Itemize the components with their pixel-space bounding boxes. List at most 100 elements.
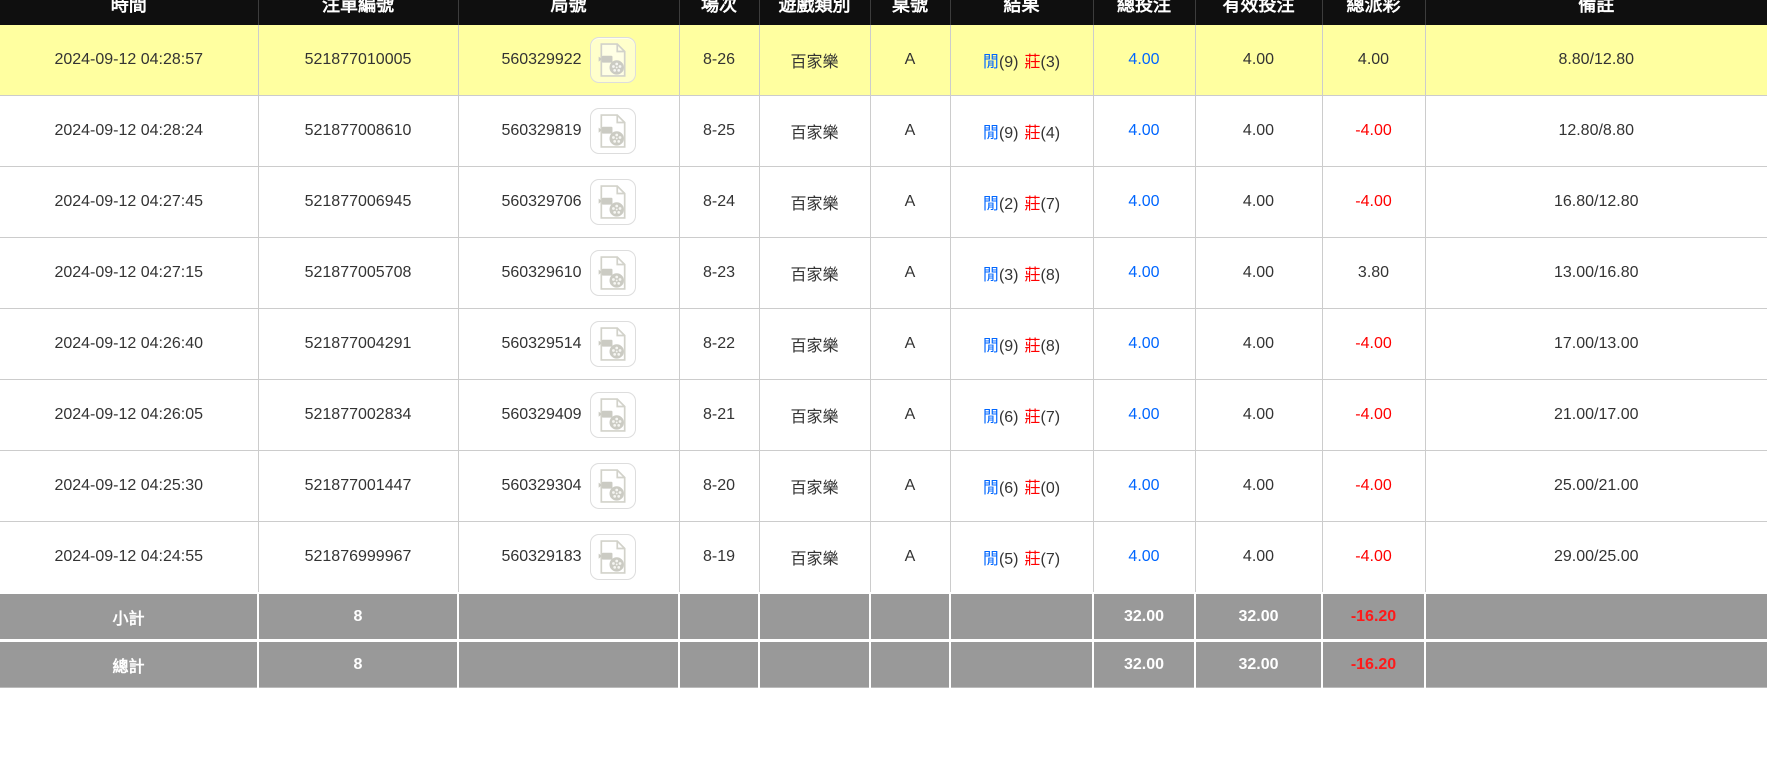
subtotal-empty-result (950, 593, 1093, 641)
cell-result: 閒(5)莊(7) (950, 522, 1093, 594)
cell-total-bet[interactable]: 4.00 (1093, 380, 1195, 451)
cell-table-no: A (870, 238, 950, 309)
subtotal-payout: -16.20 (1322, 593, 1425, 641)
subtotal-row: 小計 8 32.00 32.00 -16.20 (0, 593, 1767, 641)
result-player-label: 閒 (983, 196, 999, 213)
total-empty-session (679, 641, 759, 688)
cell-session: 8-22 (679, 309, 759, 380)
cell-game-type: 百家樂 (759, 380, 870, 451)
cell-payout: -4.00 (1322, 309, 1425, 380)
cell-bet-id: 521877004291 (258, 309, 458, 380)
round-id-text: 560329514 (501, 335, 581, 353)
cell-valid-bet: 4.00 (1195, 167, 1322, 238)
table-row: 2024-09-12 04:27:15 521877005708 5603296… (0, 238, 1767, 309)
table-row: 2024-09-12 04:28:57 521877010005 5603299… (0, 25, 1767, 96)
summary-section: 小計 8 32.00 32.00 -16.20 總計 8 32.00 32.00… (0, 593, 1767, 688)
subtotal-valid-bet: 32.00 (1195, 593, 1322, 641)
cell-bet-id: 521877008610 (258, 96, 458, 167)
round-id-text: 560329922 (501, 51, 581, 69)
subtotal-empty-round (458, 593, 679, 641)
cell-total-bet[interactable]: 4.00 (1093, 25, 1195, 96)
result-player-label: 閒 (983, 551, 999, 568)
cell-session: 8-21 (679, 380, 759, 451)
cell-table-no: A (870, 309, 950, 380)
cell-valid-bet: 4.00 (1195, 451, 1322, 522)
cell-total-bet[interactable]: 4.00 (1093, 96, 1195, 167)
cell-game-type: 百家樂 (759, 25, 870, 96)
cell-time: 2024-09-12 04:28:24 (0, 96, 258, 167)
cell-time: 2024-09-12 04:25:30 (0, 451, 258, 522)
video-replay-button[interactable] (590, 179, 636, 225)
header-time: 時間 (0, 0, 258, 25)
result-banker-score: (8) (1041, 267, 1061, 284)
cell-session: 8-26 (679, 25, 759, 96)
result-banker-score: (3) (1041, 54, 1061, 71)
result-banker-label: 莊 (1025, 196, 1041, 213)
header-result: 結果 (950, 0, 1093, 25)
round-id-text: 560329183 (501, 548, 581, 566)
cell-round-id: 560329922 (458, 25, 679, 96)
subtotal-total-bet: 32.00 (1093, 593, 1195, 641)
result-banker-score: (7) (1041, 409, 1061, 426)
video-file-icon (598, 43, 628, 77)
cell-bet-id: 521877001447 (258, 451, 458, 522)
video-replay-button[interactable] (590, 463, 636, 509)
video-replay-button[interactable] (590, 534, 636, 580)
video-replay-button[interactable] (590, 321, 636, 367)
subtotal-empty-table (870, 593, 950, 641)
table-body: 2024-09-12 04:28:57 521877010005 5603299… (0, 25, 1767, 593)
result-banker-score: (8) (1041, 338, 1061, 355)
cell-round-id: 560329304 (458, 451, 679, 522)
cell-total-bet[interactable]: 4.00 (1093, 309, 1195, 380)
result-banker-label: 莊 (1025, 551, 1041, 568)
cell-payout: -4.00 (1322, 167, 1425, 238)
cell-time: 2024-09-12 04:27:15 (0, 238, 258, 309)
video-replay-button[interactable] (590, 392, 636, 438)
cell-round-id: 560329409 (458, 380, 679, 451)
result-player-label: 閒 (983, 409, 999, 426)
video-replay-button[interactable] (590, 37, 636, 83)
round-id-text: 560329304 (501, 477, 581, 495)
cell-total-bet[interactable]: 4.00 (1093, 238, 1195, 309)
cell-total-bet[interactable]: 4.00 (1093, 522, 1195, 594)
table-row: 2024-09-12 04:26:05 521877002834 5603294… (0, 380, 1767, 451)
result-player-label: 閒 (983, 338, 999, 355)
total-count: 8 (258, 641, 458, 688)
cell-valid-bet: 4.00 (1195, 309, 1322, 380)
cell-table-no: A (870, 25, 950, 96)
header-round-id: 局號 (458, 0, 679, 25)
video-replay-button[interactable] (590, 108, 636, 154)
cell-time: 2024-09-12 04:28:57 (0, 25, 258, 96)
cell-valid-bet: 4.00 (1195, 380, 1322, 451)
video-file-icon (598, 114, 628, 148)
cell-table-no: A (870, 451, 950, 522)
round-id-text: 560329706 (501, 193, 581, 211)
result-player-score: (9) (999, 54, 1019, 71)
cell-result: 閒(6)莊(0) (950, 451, 1093, 522)
cell-session: 8-25 (679, 96, 759, 167)
cell-bet-id: 521876999967 (258, 522, 458, 594)
result-player-score: (9) (999, 338, 1019, 355)
table-row: 2024-09-12 04:28:24 521877008610 5603298… (0, 96, 1767, 167)
result-banker-score: (7) (1041, 551, 1061, 568)
table-row: 2024-09-12 04:26:40 521877004291 5603295… (0, 309, 1767, 380)
result-player-score: (9) (999, 125, 1019, 142)
cell-round-id: 560329514 (458, 309, 679, 380)
cell-total-bet[interactable]: 4.00 (1093, 167, 1195, 238)
cell-total-bet[interactable]: 4.00 (1093, 451, 1195, 522)
cell-remark: 16.80/12.80 (1425, 167, 1767, 238)
total-label: 總計 (0, 641, 258, 688)
result-banker-label: 莊 (1025, 409, 1041, 426)
cell-valid-bet: 4.00 (1195, 238, 1322, 309)
total-empty-result (950, 641, 1093, 688)
cell-game-type: 百家樂 (759, 522, 870, 594)
video-replay-button[interactable] (590, 250, 636, 296)
video-file-icon (598, 185, 628, 219)
cell-time: 2024-09-12 04:26:40 (0, 309, 258, 380)
total-valid-bet: 32.00 (1195, 641, 1322, 688)
cell-payout: -4.00 (1322, 380, 1425, 451)
result-banker-label: 莊 (1025, 125, 1041, 142)
cell-bet-id: 521877010005 (258, 25, 458, 96)
table-header: 時間 注單編號 局號 場次 遊戲類別 桌號 結果 總投注 有效投注 總派彩 備註 (0, 0, 1767, 25)
cell-game-type: 百家樂 (759, 309, 870, 380)
